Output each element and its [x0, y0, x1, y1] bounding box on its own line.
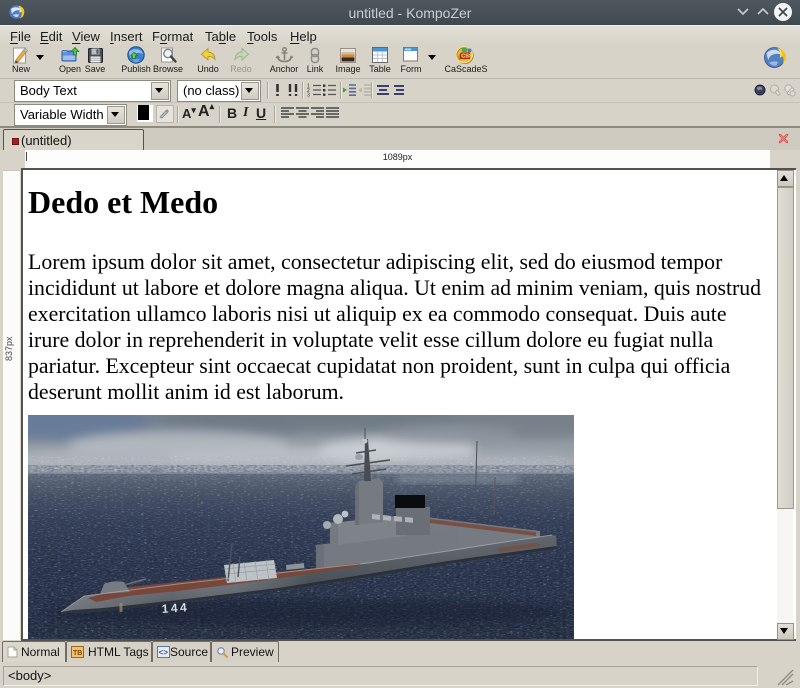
- svg-text:TB: TB: [73, 650, 82, 657]
- svg-text:3: 3: [307, 93, 310, 98]
- svg-text:144: 144: [161, 600, 189, 616]
- svg-text:<>: <>: [159, 649, 169, 658]
- svg-text:CSS: CSS: [461, 54, 473, 60]
